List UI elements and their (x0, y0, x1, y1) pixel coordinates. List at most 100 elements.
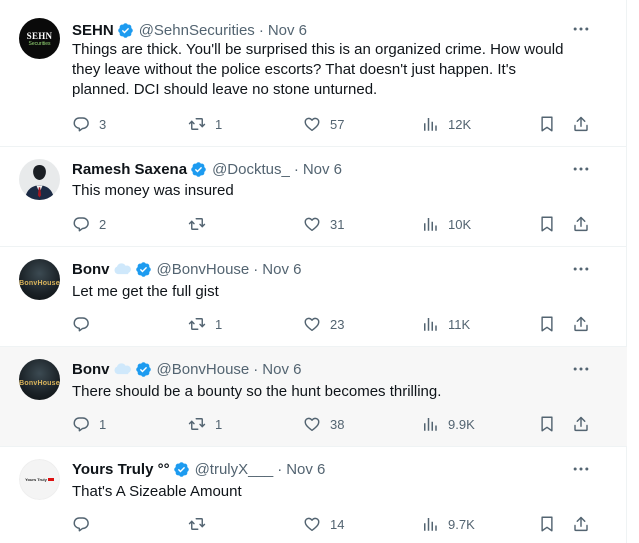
avatar[interactable]: BonvHouse (19, 359, 60, 400)
like-count: 57 (330, 116, 345, 132)
reply-button[interactable]: 3 (72, 114, 106, 134)
tweet-date[interactable]: Nov 6 (268, 22, 307, 39)
more-options-icon[interactable] (571, 159, 591, 179)
bookmark-button[interactable] (538, 414, 556, 434)
tweet-date[interactable]: Nov 6 (303, 161, 342, 178)
tweet-text-line: There should be a bounty so the hunt bec… (72, 383, 442, 400)
user-handle[interactable]: @trulyX___ (195, 461, 274, 478)
share-button[interactable] (572, 514, 590, 534)
logo-text: Yours Truly (25, 477, 47, 482)
user-handle[interactable]: @Docktus_ (212, 161, 290, 178)
bookmark-button[interactable] (538, 314, 556, 334)
share-button[interactable] (572, 314, 590, 334)
reply-button[interactable]: 1 (72, 414, 106, 434)
display-name[interactable]: Ramesh Saxena (72, 161, 187, 178)
verified-badge-icon (135, 361, 152, 378)
share-button[interactable] (572, 414, 590, 434)
tweet-header: SEHN @SehnSecurities · Nov 6 (72, 20, 307, 40)
view-count: 10K (448, 216, 472, 232)
repost-button[interactable]: 1 (188, 114, 222, 134)
bookmark-icon (538, 415, 556, 433)
display-name[interactable]: Bonv (72, 361, 110, 378)
share-button[interactable] (572, 114, 590, 134)
like-button[interactable]: 38 (303, 414, 344, 434)
more-options-icon[interactable] (571, 359, 591, 379)
tweet-header: Bonv @BonvHouse · Nov 6 (72, 359, 301, 379)
tweet-date[interactable]: Nov 6 (262, 261, 301, 278)
views-button[interactable]: 9.7K (421, 514, 475, 534)
share-button[interactable] (572, 214, 590, 234)
bookmark-icon (538, 515, 556, 533)
reply-button[interactable] (72, 514, 99, 534)
views-button[interactable]: 11K (421, 314, 470, 334)
views-icon (421, 415, 439, 433)
like-button[interactable]: 31 (303, 214, 344, 234)
repost-count: 1 (215, 116, 223, 132)
views-button[interactable]: 9.9K (421, 414, 475, 434)
repost-icon (188, 415, 206, 433)
tweet[interactable]: BonvHouse Bonv @BonvHouse · Nov 6 Let me… (0, 247, 627, 347)
avatar[interactable]: SEHN Securities (19, 18, 60, 59)
view-count: 11K (448, 316, 471, 332)
like-button[interactable]: 57 (303, 114, 344, 134)
tweet-text: That's A Sizeable Amount (72, 482, 612, 502)
user-handle[interactable]: @BonvHouse (157, 261, 250, 278)
share-icon (572, 315, 590, 333)
tweet-text-line: Let me get the full gist (72, 283, 219, 300)
verified-badge-icon (135, 261, 152, 278)
bonvhouse-logo: BonvHouse (19, 259, 60, 300)
display-name[interactable]: Bonv (72, 261, 110, 278)
more-options-icon[interactable] (571, 259, 591, 279)
view-count: 12K (448, 116, 472, 132)
repost-icon (188, 315, 206, 333)
user-handle[interactable]: @SehnSecurities (139, 22, 255, 39)
repost-button[interactable]: 1 (188, 314, 222, 334)
display-name[interactable]: Yours Truly °° (72, 461, 170, 478)
reply-icon (72, 515, 90, 533)
avatar[interactable] (19, 159, 60, 200)
heart-icon (303, 515, 321, 533)
repost-button[interactable]: 1 (188, 414, 222, 434)
repost-button[interactable] (188, 214, 215, 234)
tweet-text: Things are thick. You'll be surprised th… (72, 40, 612, 100)
tweet[interactable]: Ramesh Saxena @Docktus_ · Nov 6 This mon… (0, 147, 627, 247)
avatar[interactable]: Yours Truly (19, 459, 60, 500)
bookmark-button[interactable] (538, 214, 556, 234)
logo-text: BonvHouse (19, 380, 60, 387)
reply-count: 1 (99, 416, 107, 432)
like-button[interactable]: 23 (303, 314, 344, 334)
tweet-header: Bonv @BonvHouse · Nov 6 (72, 259, 301, 279)
reply-count: 3 (99, 116, 107, 132)
share-icon (572, 215, 590, 233)
share-icon (572, 115, 590, 133)
share-icon (572, 515, 590, 533)
like-button[interactable]: 14 (303, 514, 344, 534)
tweet-date[interactable]: Nov 6 (286, 461, 325, 478)
bookmark-button[interactable] (538, 114, 556, 134)
bookmark-button[interactable] (538, 514, 556, 534)
repost-button[interactable] (188, 514, 215, 534)
like-count: 31 (330, 216, 345, 232)
display-name[interactable]: SEHN (72, 22, 114, 39)
heart-icon (303, 115, 321, 133)
tweet-date[interactable]: Nov 6 (262, 361, 301, 378)
user-handle[interactable]: @BonvHouse (157, 361, 250, 378)
tweet[interactable]: Yours Truly Yours Truly °° @trulyX___ · … (0, 447, 627, 543)
more-options-icon[interactable] (571, 19, 591, 39)
tweet[interactable]: BonvHouse Bonv @BonvHouse · Nov 6 There … (0, 347, 627, 447)
views-icon (421, 215, 439, 233)
avatar[interactable]: BonvHouse (19, 259, 60, 300)
more-options-icon[interactable] (571, 459, 591, 479)
reply-button[interactable]: 2 (72, 214, 106, 234)
views-button[interactable]: 12K (421, 114, 471, 134)
reply-button[interactable] (72, 314, 99, 334)
share-icon (572, 415, 590, 433)
tweet[interactable]: SEHN Securities SEHN @SehnSecurities · N… (0, 0, 627, 147)
reply-feed: SEHN Securities SEHN @SehnSecurities · N… (0, 0, 627, 543)
verified-badge-icon (117, 22, 134, 39)
sehn-logo: SEHN Securities (19, 18, 60, 59)
views-button[interactable]: 10K (421, 214, 471, 234)
logo-subtext: Securities (28, 40, 51, 47)
views-icon (421, 515, 439, 533)
verified-badge-icon (173, 461, 190, 478)
